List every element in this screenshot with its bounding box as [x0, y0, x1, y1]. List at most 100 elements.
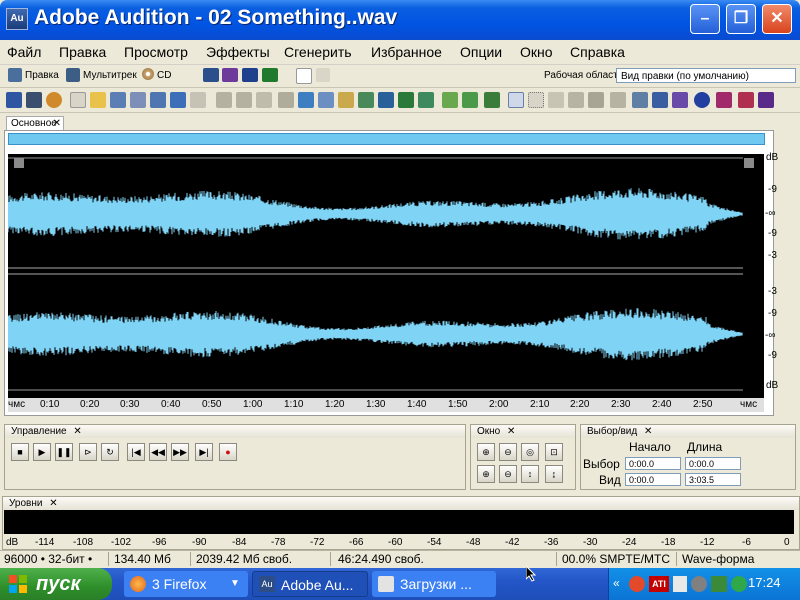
file-info-icon[interactable]	[170, 92, 186, 108]
analysis-icon[interactable]	[652, 92, 668, 108]
tray-utility-icon[interactable]	[691, 576, 707, 592]
waveform-svg[interactable]	[7, 154, 764, 398]
copy-icon[interactable]	[318, 92, 334, 108]
zoom-right-edge-icon[interactable]: ⊖	[499, 465, 517, 483]
fade-out-handle-icon[interactable]	[744, 158, 754, 168]
task-firefox[interactable]: 3 Firefox ▼	[124, 571, 248, 597]
menu-view[interactable]: Просмотр	[124, 44, 188, 60]
zoom-left-edge-icon[interactable]: ⊕	[477, 465, 495, 483]
tray-update-icon[interactable]	[711, 576, 727, 592]
phase-icon[interactable]	[758, 92, 774, 108]
menu-favorites[interactable]: Избранное	[371, 44, 442, 60]
tab-main[interactable]: Основное ✕	[6, 116, 64, 131]
selection-close-icon[interactable]: ✕	[644, 426, 652, 437]
edit-view-icon[interactable]	[8, 68, 22, 82]
waveform-view-icon[interactable]	[203, 68, 219, 82]
task-audition[interactable]: Au Adobe Au...	[252, 571, 368, 597]
tab-close-icon[interactable]: ✕	[53, 117, 61, 131]
lasso-icon[interactable]	[548, 92, 564, 108]
mix-paste-icon[interactable]	[358, 92, 374, 108]
spectral-icon[interactable]	[716, 92, 732, 108]
menu-help[interactable]: Справка	[570, 44, 625, 60]
play-button[interactable]: ▶	[33, 443, 51, 461]
rewind-button[interactable]: ◀◀	[149, 443, 167, 461]
zoom-full-icon[interactable]	[442, 92, 458, 108]
cd-tool-icon[interactable]	[46, 92, 62, 108]
menu-window[interactable]: Окно	[520, 44, 553, 60]
frequency-icon[interactable]	[738, 92, 754, 108]
pause-button[interactable]: ❚❚	[55, 443, 73, 461]
loop-button[interactable]: ↻	[101, 443, 119, 461]
go-to-start-button[interactable]: |◀	[127, 443, 145, 461]
hybrid-tool-icon[interactable]	[316, 68, 330, 82]
fade-in-handle-icon[interactable]	[14, 158, 24, 168]
stop-button[interactable]: ■	[11, 443, 29, 461]
time-selection-tool-icon[interactable]	[296, 68, 312, 84]
hybrid-icon[interactable]	[610, 92, 626, 108]
time-selection-icon[interactable]	[508, 92, 524, 108]
snap-icon[interactable]	[462, 92, 478, 108]
tray-collapse-icon[interactable]: «	[613, 576, 620, 590]
minimize-button[interactable]: –	[690, 4, 720, 34]
marquee-icon[interactable]	[528, 92, 544, 108]
start-button[interactable]: пуск	[0, 568, 112, 600]
play-from-cursor-button[interactable]: ⊳	[79, 443, 97, 461]
help-icon[interactable]	[694, 92, 710, 108]
save-all-icon[interactable]	[130, 92, 146, 108]
favorites-icon[interactable]	[672, 92, 688, 108]
levels-close-icon[interactable]: ✕	[49, 498, 57, 509]
zoom-full-icon[interactable]: ◎	[521, 443, 539, 461]
record-button[interactable]: ●	[219, 443, 237, 461]
undo-icon[interactable]	[216, 92, 232, 108]
zoom-selection-icon[interactable]: ⊡	[545, 443, 563, 461]
menu-edit[interactable]: Правка	[59, 44, 106, 60]
trim-icon[interactable]	[378, 92, 394, 108]
zoom-in-vertical-icon[interactable]: ↕	[521, 465, 539, 483]
zoom-close-icon[interactable]: ✕	[507, 426, 515, 437]
view-length-field[interactable]: 3:03.5	[685, 473, 741, 486]
view-start-field[interactable]: 0:00.0	[625, 473, 681, 486]
tray-app-icon[interactable]	[629, 576, 645, 592]
spectral-pan-icon[interactable]	[242, 68, 258, 82]
import-icon[interactable]	[150, 92, 166, 108]
vertical-scrollbar[interactable]	[788, 118, 798, 414]
menu-effects[interactable]: Эффекты	[206, 44, 270, 60]
paste-icon[interactable]	[338, 92, 354, 108]
maximize-button[interactable]: ❐	[726, 4, 756, 34]
brush-icon[interactable]	[568, 92, 584, 108]
marker-icon[interactable]	[418, 92, 434, 108]
save-icon[interactable]	[110, 92, 126, 108]
pencil-icon[interactable]	[588, 92, 604, 108]
task-downloads[interactable]: Загрузки ...	[372, 571, 496, 597]
crop-icon[interactable]	[278, 92, 294, 108]
tray-status-icon[interactable]	[731, 576, 747, 592]
zoom-out-vertical-icon[interactable]: ↨	[545, 465, 563, 483]
transport-close-icon[interactable]: ✕	[73, 426, 81, 437]
time-ruler[interactable]: чмс 0:10 0:20 0:30 0:40 0:50 1:00 1:10 1…	[8, 398, 764, 412]
selection-start-field[interactable]: 0:00.0	[625, 457, 681, 470]
multitrack-tool-icon[interactable]	[26, 92, 42, 108]
spectral-view-icon[interactable]	[222, 68, 238, 82]
insert-icon[interactable]	[398, 92, 414, 108]
title-bar[interactable]: Au Adobe Audition - 02 Something..wav – …	[0, 0, 800, 40]
open-file-icon[interactable]	[90, 92, 106, 108]
go-to-end-button[interactable]: ▶|	[195, 443, 213, 461]
mode-edit-button[interactable]: Правка	[25, 68, 59, 84]
ati-icon[interactable]: ATI	[649, 576, 669, 592]
mode-cd-button[interactable]: CD	[157, 68, 171, 84]
fast-forward-button[interactable]: ▶▶	[171, 443, 189, 461]
close-file-icon[interactable]	[190, 92, 206, 108]
workspace-select[interactable]: Вид правки (по умолчанию)	[616, 68, 796, 83]
menu-file[interactable]: Файл	[7, 44, 41, 60]
selection-length-field[interactable]: 0:00.0	[685, 457, 741, 470]
volume-icon[interactable]	[673, 576, 687, 592]
effects-icon[interactable]	[632, 92, 648, 108]
redo-icon[interactable]	[236, 92, 252, 108]
zoom-out-horizontal-icon[interactable]: ⊖	[499, 443, 517, 461]
new-file-icon[interactable]	[70, 92, 86, 108]
repeat-icon[interactable]	[256, 92, 272, 108]
zoom-in-horizontal-icon[interactable]: ⊕	[477, 443, 495, 461]
mode-multitrack-button[interactable]: Мультитрек	[83, 68, 137, 84]
cd-icon[interactable]	[142, 68, 154, 80]
grid-icon[interactable]	[484, 92, 500, 108]
